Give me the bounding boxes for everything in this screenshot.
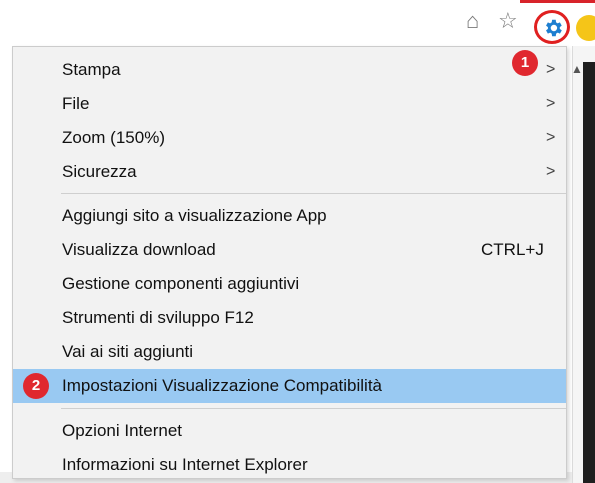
menu-item-label: Aggiungi sito a visualizzazione App [62, 206, 327, 225]
menu-item-add-site-app[interactable]: Aggiungi sito a visualizzazione App [13, 199, 566, 233]
menu-item-dev-tools[interactable]: Strumenti di sviluppo F12 [13, 301, 566, 335]
menu-item-internet-options[interactable]: Opzioni Internet [13, 414, 566, 448]
page-background-edge [583, 62, 595, 483]
menu-item-label: File [62, 94, 90, 113]
menu-separator [61, 193, 566, 194]
menu-item-view-downloads[interactable]: Visualizza download CTRL+J [13, 233, 566, 267]
menu-item-about-ie[interactable]: Informazioni su Internet Explorer [13, 448, 566, 482]
home-icon[interactable]: ⌂ [466, 8, 479, 34]
gear-icon [546, 19, 562, 37]
menu-item-label: Informazioni su Internet Explorer [62, 455, 308, 474]
menu-item-label: Opzioni Internet [62, 421, 183, 440]
chevron-right-icon: > [546, 163, 556, 180]
scroll-up-icon[interactable]: ▲ [571, 63, 583, 75]
menu-item-manage-addons[interactable]: Gestione componenti aggiuntivi [13, 267, 566, 301]
menu-item-pinned-sites[interactable]: Vai ai siti aggiunti [13, 335, 566, 369]
step-badge-1: 1 [512, 50, 538, 76]
menu-item-label: Stampa [62, 60, 121, 79]
menu-item-compat-view-settings[interactable]: Impostazioni Visualizzazione Compatibili… [13, 369, 566, 403]
star-icon[interactable]: ☆ [498, 8, 518, 34]
menu-item-sicurezza[interactable]: Sicurezza > [13, 155, 566, 189]
tools-menu: Stampa > File > Zoom (150%) > Sicurezza … [12, 46, 567, 479]
menu-item-label: Gestione componenti aggiuntivi [62, 274, 300, 293]
window-accent-bar [520, 0, 595, 3]
menu-item-label: Impostazioni Visualizzazione Compatibili… [62, 376, 383, 395]
menu-item-stampa[interactable]: Stampa > [13, 53, 566, 87]
gear-button[interactable] [534, 10, 570, 44]
chevron-right-icon: > [546, 61, 556, 78]
step-badge-2: 2 [23, 373, 49, 399]
smiley-icon[interactable] [576, 15, 595, 41]
menu-separator [61, 408, 566, 409]
chevron-right-icon: > [546, 95, 556, 112]
menu-item-label: Vai ai siti aggiunti [62, 342, 194, 361]
menu-item-file[interactable]: File > [13, 87, 566, 121]
chevron-right-icon: > [546, 129, 556, 146]
menu-item-label: Visualizza download [62, 240, 216, 259]
menu-item-shortcut: CTRL+J [481, 240, 544, 259]
menu-item-label: Zoom (150%) [62, 128, 165, 147]
menu-item-label: Strumenti di sviluppo F12 [62, 308, 254, 327]
menu-item-zoom[interactable]: Zoom (150%) > [13, 121, 566, 155]
menu-item-label: Sicurezza [62, 162, 137, 181]
